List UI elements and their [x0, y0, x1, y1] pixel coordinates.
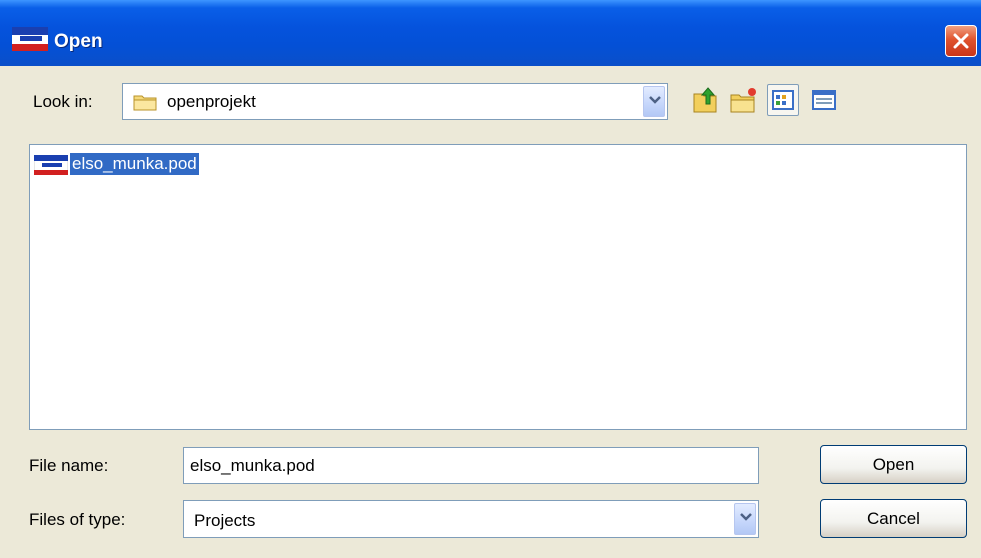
close-button[interactable] [945, 25, 977, 57]
file-name-input[interactable] [183, 447, 759, 484]
openproj-app-icon [12, 27, 48, 51]
up-one-level-button[interactable] [690, 84, 722, 116]
look-in-value: openprojekt [167, 92, 256, 111]
look-in-dropdown-button[interactable] [643, 86, 665, 117]
up-folder-icon [693, 87, 717, 113]
file-name-label: elso_munka.pod [70, 153, 199, 175]
file-name-label: File name: [29, 456, 109, 475]
folder-icon [133, 95, 157, 111]
files-of-type-combo[interactable]: Projects [183, 500, 759, 538]
chevron-down-icon [740, 513, 752, 521]
details-view-button[interactable] [808, 84, 840, 116]
files-of-type-value: Projects [194, 511, 256, 530]
window-title: Open [54, 31, 103, 52]
cancel-button[interactable]: Cancel [820, 499, 967, 538]
create-new-folder-button[interactable] [728, 84, 760, 116]
list-view-button[interactable] [767, 84, 799, 116]
new-folder-icon [730, 88, 756, 113]
file-list[interactable]: elso_munka.pod [29, 144, 967, 430]
look-in-label: Look in: [33, 92, 93, 111]
project-file-icon [34, 155, 68, 175]
close-icon [953, 33, 969, 49]
look-in-combo[interactable]: openprojekt [122, 83, 668, 120]
files-of-type-label: Files of type: [29, 510, 126, 529]
list-view-icon [772, 90, 794, 110]
details-view-icon [812, 90, 836, 110]
open-button[interactable]: Open [820, 445, 967, 484]
chevron-down-icon [649, 96, 661, 104]
files-of-type-dropdown-button[interactable] [734, 503, 756, 535]
title-bar[interactable]: Open [0, 0, 981, 66]
